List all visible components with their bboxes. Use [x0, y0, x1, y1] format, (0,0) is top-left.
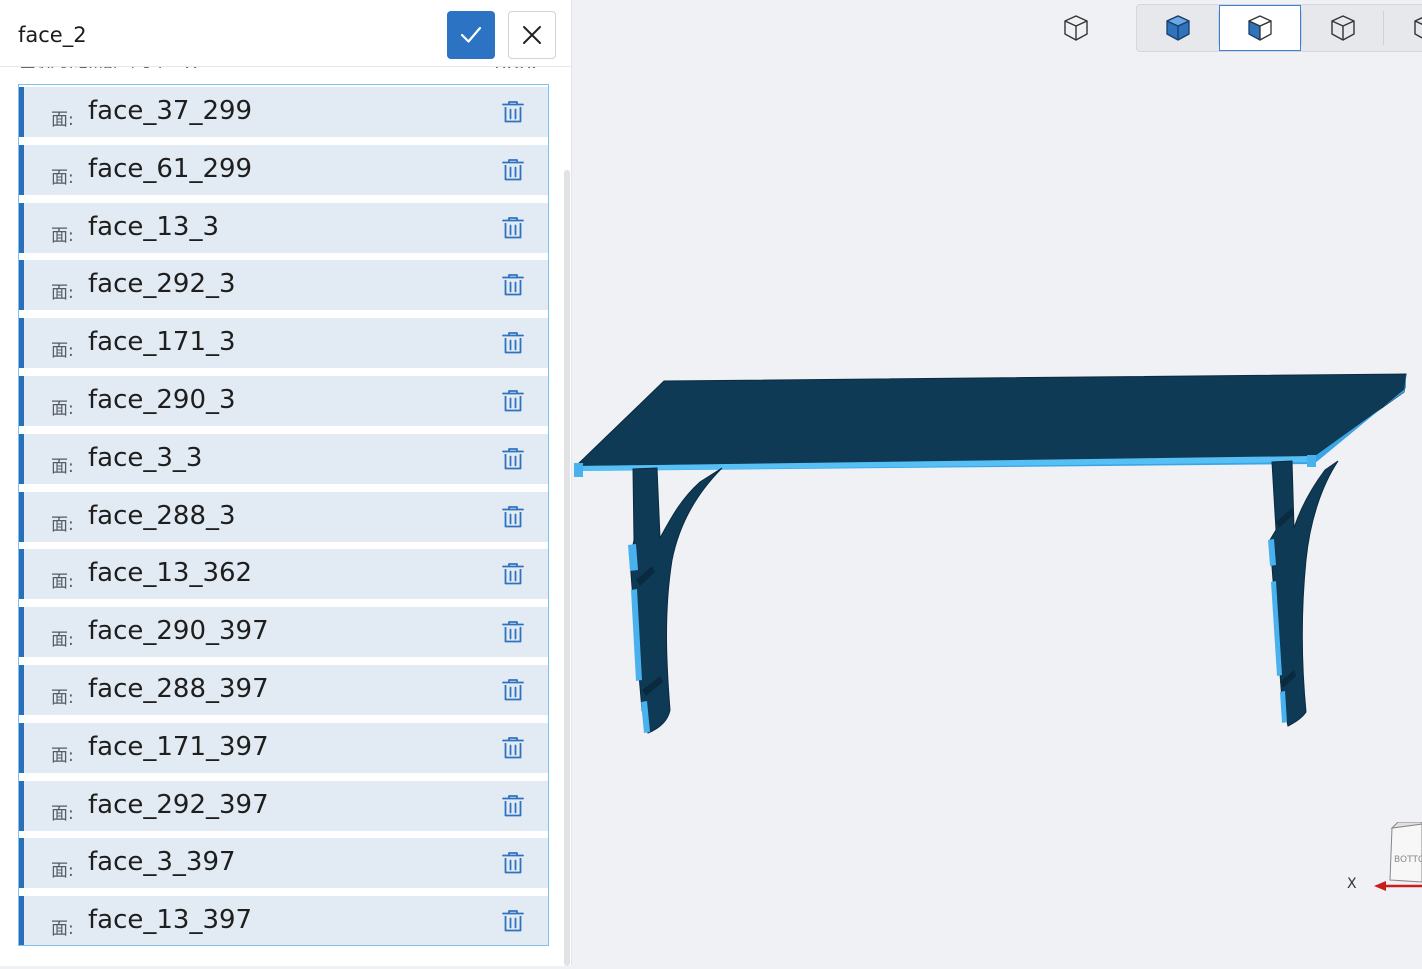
- selected-faces-list: 面: face_37_299 面: face_61_299 面: face_13_3 面: f…: [18, 84, 549, 946]
- face-name-label: face_13_3: [88, 212, 220, 242]
- face-type-label: 面:: [51, 226, 74, 246]
- name-input[interactable]: [18, 20, 418, 50]
- face-type-label: 面:: [51, 804, 74, 824]
- trash-icon[interactable]: [500, 561, 526, 587]
- panel-header: [0, 0, 571, 67]
- trash-icon[interactable]: [500, 850, 526, 876]
- confirm-button[interactable]: [447, 11, 495, 59]
- view-wireframe-button[interactable]: [1302, 5, 1384, 51]
- face-name-label: face_290_397: [88, 616, 269, 646]
- face-list-item[interactable]: 面: face_288_3: [19, 492, 548, 542]
- trash-icon[interactable]: [500, 215, 526, 241]
- face-list-item[interactable]: 面: face_13_362: [19, 549, 548, 599]
- trash-icon[interactable]: [500, 330, 526, 356]
- trash-icon[interactable]: [500, 677, 526, 703]
- face-name-label: face_292_397: [88, 790, 269, 820]
- face-list-item[interactable]: 面: face_290_397: [19, 607, 548, 657]
- face-type-label: 面:: [51, 110, 74, 130]
- face-list-item[interactable]: 面: face_3_397: [19, 838, 548, 888]
- view-shaded-button[interactable]: [1137, 5, 1219, 51]
- navigation-cube[interactable]: BOTTOM: [1384, 821, 1422, 888]
- face-type-label: 面:: [51, 746, 74, 766]
- face-type-label: 面:: [51, 283, 74, 303]
- face-type-label: 面:: [51, 515, 74, 535]
- wireframe-cube-icon: [1331, 15, 1355, 41]
- cancel-button[interactable]: [508, 11, 556, 59]
- right-leg[interactable]: [1269, 460, 1339, 727]
- face-type-label: 面:: [51, 168, 74, 188]
- face-list-item[interactable]: 面: face_288_397: [19, 665, 548, 715]
- shaded-cube-icon: [1166, 15, 1190, 41]
- trash-icon[interactable]: [500, 735, 526, 761]
- face-list-item[interactable]: 面: face_61_299: [19, 145, 548, 195]
- trash-icon[interactable]: [500, 99, 526, 125]
- nav-cube-face-label: BOTTOM: [1394, 855, 1422, 865]
- face-list-item[interactable]: 面: face_13_3: [19, 203, 548, 253]
- face-name-label: face_292_3: [88, 269, 236, 299]
- trash-icon[interactable]: [500, 446, 526, 472]
- toolbar-divider: [1383, 11, 1384, 45]
- table-model[interactable]: [572, 360, 1422, 740]
- face-name-label: face_171_397: [88, 732, 269, 762]
- face-name-label: face_13_362: [88, 558, 253, 588]
- face-name-label: face_13_397: [88, 905, 253, 935]
- face-list-item[interactable]: 面: face_13_397: [19, 896, 548, 945]
- trash-icon[interactable]: [500, 157, 526, 183]
- trash-icon[interactable]: [500, 908, 526, 934]
- view-mode-toolbar: [1136, 4, 1422, 52]
- selection-panel: 已选择的面（×）：0 none 面:face_37_299面:face_61_2…: [0, 0, 572, 966]
- face-type-label: 面:: [51, 919, 74, 939]
- corner-block: [1307, 455, 1316, 467]
- hidden-line-cube-icon: [1414, 17, 1422, 39]
- face-list-item[interactable]: 面: face_292_3: [19, 260, 548, 310]
- face-type-label: 面:: [51, 572, 74, 592]
- trash-icon[interactable]: [500, 504, 526, 530]
- left-leg[interactable]: [629, 467, 723, 734]
- tabletop-surface[interactable]: [574, 373, 1407, 467]
- face-name-label: face_171_3: [88, 327, 236, 357]
- face-type-label: 面:: [51, 399, 74, 419]
- face-name-label: face_288_3: [88, 501, 236, 531]
- face-type-label: 面:: [51, 688, 74, 708]
- scrollbar-thumb[interactable]: [564, 170, 570, 966]
- trash-icon[interactable]: [500, 388, 526, 414]
- face-name-label: face_3_397: [88, 847, 236, 877]
- corner-block: [574, 463, 583, 477]
- face-type-label: 面:: [51, 861, 74, 881]
- face-list-item[interactable]: 面: face_3_3: [19, 434, 548, 484]
- nav-cube-icon: BOTTOM: [1389, 821, 1422, 883]
- view-hidden-line-button[interactable]: [1385, 5, 1422, 51]
- face-type-label: 面:: [51, 630, 74, 650]
- face-list-item[interactable]: 面: face_292_397: [19, 781, 548, 831]
- trash-icon[interactable]: [500, 619, 526, 645]
- trash-icon[interactable]: [500, 793, 526, 819]
- trash-icon[interactable]: [500, 272, 526, 298]
- cube-outline-icon[interactable]: [1061, 12, 1091, 44]
- face-type-label: 面:: [51, 341, 74, 361]
- face-name-label: face_290_3: [88, 385, 236, 415]
- face-type-label: 面:: [51, 457, 74, 477]
- view-shaded-edges-button[interactable]: [1219, 5, 1301, 51]
- face-name-label: face_3_3: [88, 443, 203, 473]
- app-root: 已选择的面（×）：0 none 面:face_37_299面:face_61_2…: [0, 0, 1422, 969]
- check-icon: [460, 26, 482, 43]
- face-list-item[interactable]: 面: face_290_3: [19, 376, 548, 426]
- face-name-label: face_288_397: [88, 674, 269, 704]
- close-icon: [523, 26, 541, 44]
- axis-x-label: X: [1347, 876, 1357, 892]
- face-name-label: face_61_299: [88, 154, 253, 184]
- face-list-item[interactable]: 面: face_171_3: [19, 318, 548, 368]
- face-name-label: face_37_299: [88, 96, 253, 126]
- face-list-item[interactable]: 面: face_171_397: [19, 723, 548, 773]
- shaded-edges-cube-icon: [1248, 15, 1272, 41]
- face-list-item[interactable]: 面: face_37_299: [19, 87, 548, 137]
